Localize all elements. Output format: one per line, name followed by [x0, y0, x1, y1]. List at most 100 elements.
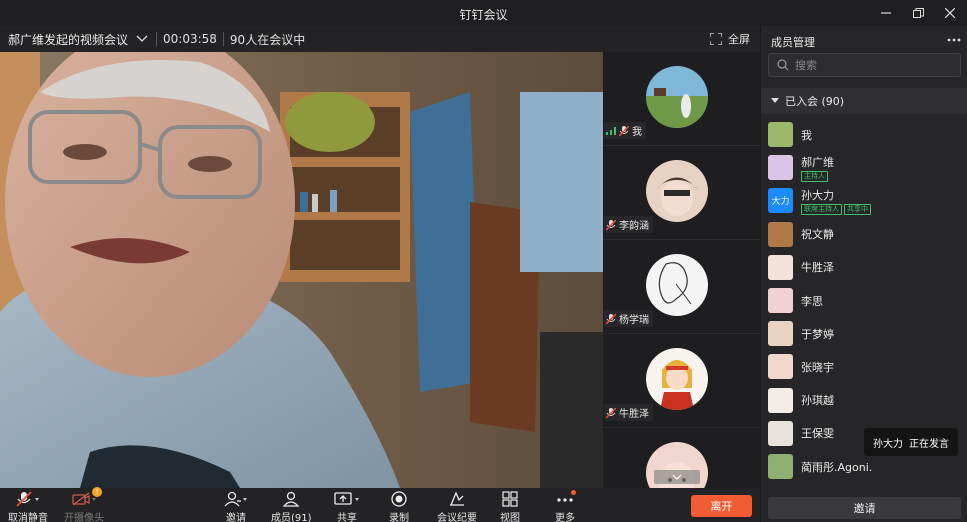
window-title: 钉钉会议 — [459, 8, 508, 22]
thumbnail-tile[interactable]: 我 — [603, 52, 760, 146]
restore-button[interactable] — [909, 4, 927, 22]
member-name: 于梦婷 — [801, 327, 834, 341]
unmute-button[interactable]: 取消静音 — [8, 490, 48, 522]
member-name: 牛胜泽 — [801, 261, 834, 275]
member-row[interactable]: 于梦婷 — [761, 317, 967, 350]
meeting-info-bar: 郝广维发起的视频会议 00:03:58 90人在会议中 全屏 — [0, 26, 760, 52]
title-bar: 钉钉会议 — [0, 0, 967, 26]
mic-muted-icon — [16, 491, 39, 507]
member-name: 王保雯 — [801, 427, 834, 441]
role-badge: 联席主持人 — [801, 203, 842, 215]
avatar — [768, 387, 793, 413]
member-row[interactable]: 孙琪越 — [761, 384, 967, 417]
fullscreen-label: 全屏 — [728, 33, 750, 46]
share-screen-icon — [334, 492, 359, 505]
avatar — [646, 160, 708, 222]
thumbnail-name-tag: 我 — [604, 122, 646, 139]
search-input[interactable] — [795, 58, 945, 72]
member-info: 孙大力 联席主持人 共享中 — [801, 187, 871, 215]
panel-title: 成员管理 — [771, 36, 815, 49]
member-tags: 联席主持人 共享中 — [801, 203, 871, 215]
caret-down-icon — [771, 98, 779, 103]
avatar — [768, 221, 793, 247]
member-info: 郝广维 主持人 — [801, 154, 834, 182]
scroll-down-button[interactable] — [654, 470, 700, 484]
thumbnail-name: 杨学瑞 — [619, 315, 649, 326]
thumbnail-tile[interactable]: 牛胜泽 — [603, 334, 760, 428]
member-row[interactable]: 大力 孙大力 联席主持人 共享中 — [761, 184, 967, 217]
thumbnail-name-tag: 杨学瑞 — [604, 310, 653, 327]
member-info: 蔺雨彤.Agoni. — [801, 459, 872, 475]
notification-dot — [571, 490, 576, 495]
more-label: 更多 — [555, 513, 575, 522]
member-info: 王保雯 — [801, 425, 834, 441]
chevron-down-icon — [672, 474, 682, 480]
minutes-label: 会议纪要 — [437, 513, 477, 522]
add-user-icon — [224, 491, 247, 507]
avatar-text: 大力 — [771, 197, 790, 208]
avatar — [646, 66, 708, 128]
view-label: 视图 — [500, 513, 520, 522]
mic-muted-icon — [606, 407, 616, 418]
member-name: 祝文静 — [801, 228, 834, 242]
minimize-icon — [881, 12, 891, 14]
meeting-name[interactable]: 郝广维发起的视频会议 — [8, 31, 128, 48]
minutes-icon — [450, 491, 464, 506]
fullscreen-button[interactable]: 全屏 — [710, 31, 750, 47]
mic-muted-icon — [619, 125, 629, 136]
mic-muted-icon — [606, 313, 616, 324]
thumbnail-tile[interactable]: 杨学瑞 — [603, 240, 760, 334]
share-button[interactable]: 共享 — [334, 490, 360, 522]
avatar — [646, 254, 708, 316]
more-button[interactable]: 更多 — [555, 490, 576, 522]
member-name: 李思 — [801, 294, 823, 308]
camera-button[interactable]: ! 开摄像头 — [64, 487, 104, 522]
member-name: 蔺雨彤.Agoni. — [801, 460, 873, 474]
avatar — [768, 454, 793, 479]
view-button[interactable]: 视图 — [500, 490, 520, 522]
fullscreen-icon — [710, 33, 722, 45]
minutes-button[interactable]: 会议纪要 — [437, 490, 477, 522]
member-row[interactable]: 我 — [761, 118, 967, 151]
grid-view-icon — [502, 491, 518, 507]
avatar: 大力 — [768, 188, 793, 214]
member-row[interactable]: 李思 — [761, 284, 967, 317]
search-icon — [777, 59, 789, 71]
member-name: 我 — [801, 128, 812, 142]
member-row[interactable]: 郝广维 主持人 — [761, 151, 967, 184]
invite-button[interactable]: 邀请 — [224, 490, 248, 522]
member-info: 张晓宇 — [801, 359, 834, 375]
member-row[interactable]: 牛胜泽 — [761, 251, 967, 284]
divider — [156, 32, 158, 46]
member-search[interactable] — [768, 53, 961, 77]
role-badge: 主持人 — [801, 170, 828, 182]
member-info: 孙琪越 — [801, 392, 834, 408]
member-name: 张晓宇 — [801, 360, 834, 374]
participant-thumbnails: 我 李韵涵 杨学瑞 牛胜泽 — [603, 52, 760, 488]
bottom-toolbar: 取消静音 ! 开摄像头 邀请 成员(91) 共享 录制 会议纪要 视图 更多 离… — [0, 487, 760, 522]
thumbnail-tile[interactable]: 李韵涵 — [603, 146, 760, 240]
member-row[interactable]: 祝文静 — [761, 218, 967, 251]
more-icon — [947, 38, 961, 42]
record-button[interactable]: 录制 — [389, 490, 409, 522]
minimize-button[interactable] — [877, 4, 895, 22]
participant-count: 90人在会议中 — [229, 32, 306, 47]
camera-warning-badge: ! — [92, 487, 102, 497]
panel-invite-button[interactable]: 邀请 — [768, 497, 961, 519]
thumbnail-name: 我 — [632, 127, 642, 138]
camera-label: 开摄像头 — [64, 513, 104, 522]
chevron-down-icon[interactable] — [136, 32, 150, 46]
mic-muted-icon — [606, 219, 616, 230]
main-video[interactable] — [0, 52, 603, 488]
member-name: 孙琪越 — [801, 394, 834, 408]
close-button[interactable] — [941, 4, 959, 22]
panel-more-button[interactable] — [947, 30, 961, 46]
avatar — [768, 354, 793, 380]
window-controls — [877, 4, 959, 22]
member-row[interactable]: 张晓宇 — [761, 350, 967, 383]
leave-button[interactable]: 离开 — [691, 495, 752, 517]
avatar — [768, 254, 793, 280]
members-button[interactable]: 成员(91) — [271, 490, 312, 522]
avatar — [768, 288, 793, 313]
joined-group-header[interactable]: 已入会 (90) — [761, 88, 967, 114]
